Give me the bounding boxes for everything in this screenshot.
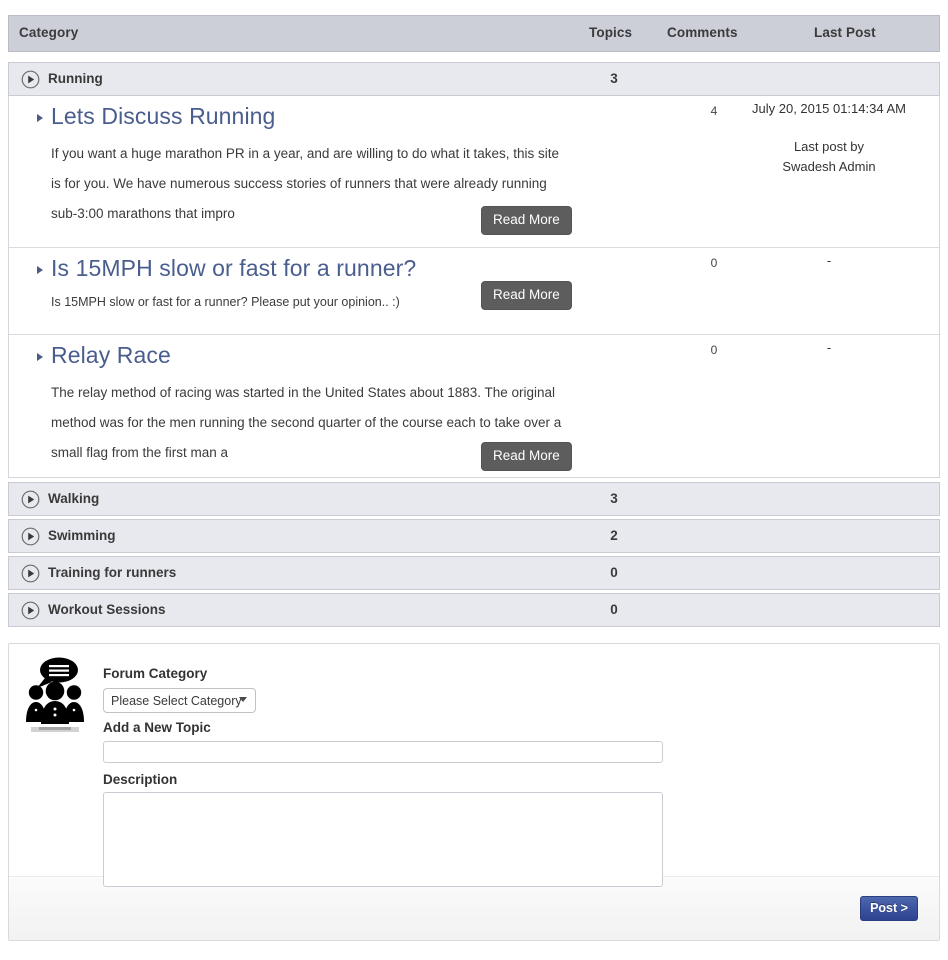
triangle-right-icon bbox=[37, 266, 43, 274]
category-topic-count: 3 bbox=[589, 491, 639, 506]
category-topic-count: 2 bbox=[589, 528, 639, 543]
triangle-right-icon bbox=[37, 114, 43, 122]
category-label: Training for runners bbox=[48, 565, 176, 580]
column-header-topics: Topics bbox=[589, 25, 632, 40]
circled-play-icon bbox=[21, 70, 40, 89]
topic-last-post-date: - bbox=[709, 253, 948, 268]
topic-last-post-by-name: Swadesh Admin bbox=[709, 157, 948, 177]
topic-title-link[interactable]: Lets Discuss Running bbox=[51, 103, 275, 130]
forum-table-header: Category Topics Comments Last Post bbox=[8, 15, 940, 52]
topic-item: Is 15MPH slow or fast for a runner? Is 1… bbox=[9, 248, 939, 335]
category-label: Workout Sessions bbox=[48, 602, 166, 617]
column-header-comments: Comments bbox=[667, 25, 738, 40]
circled-play-icon bbox=[21, 601, 40, 620]
post-button[interactable]: Post > bbox=[860, 896, 918, 921]
topic-title-link[interactable]: Relay Race bbox=[51, 342, 171, 369]
new-topic-form-panel: Forum Category Please Select Category Ad… bbox=[8, 643, 940, 941]
add-new-topic-label: Add a New Topic bbox=[103, 720, 211, 735]
read-more-button[interactable]: Read More bbox=[481, 442, 572, 471]
topic-last-post-date: - bbox=[709, 340, 948, 355]
column-header-last-post: Last Post bbox=[814, 25, 876, 40]
category-row-walking[interactable]: Walking 3 bbox=[8, 482, 940, 516]
forum-community-icon bbox=[23, 654, 87, 739]
circled-play-icon bbox=[21, 490, 40, 509]
column-header-category: Category bbox=[19, 25, 78, 40]
topic-item: Lets Discuss Running If you want a huge … bbox=[9, 96, 939, 248]
forum-page: Category Topics Comments Last Post Runni… bbox=[0, 0, 948, 960]
description-label: Description bbox=[103, 772, 177, 787]
forum-category-select[interactable]: Please Select Category bbox=[103, 688, 256, 713]
category-label: Walking bbox=[48, 491, 99, 506]
forum-category-selected-value: Please Select Category bbox=[111, 694, 242, 708]
category-row-running[interactable]: Running 3 bbox=[8, 62, 940, 96]
category-label: Running bbox=[48, 71, 103, 86]
category-row-training-for-runners[interactable]: Training for runners 0 bbox=[8, 556, 940, 590]
topic-last-post-date: July 20, 2015 01:14:34 AM bbox=[709, 101, 948, 116]
topic-title-link[interactable]: Is 15MPH slow or fast for a runner? bbox=[51, 255, 416, 282]
circled-play-icon bbox=[21, 527, 40, 546]
circled-play-icon bbox=[21, 564, 40, 583]
description-textarea[interactable] bbox=[103, 792, 663, 887]
read-more-button[interactable]: Read More bbox=[481, 206, 572, 235]
category-topic-count: 0 bbox=[589, 565, 639, 580]
topic-list: Lets Discuss Running If you want a huge … bbox=[8, 96, 940, 478]
forum-category-label: Forum Category bbox=[103, 666, 207, 681]
topic-item: Relay Race The relay method of racing wa… bbox=[9, 335, 939, 476]
read-more-button[interactable]: Read More bbox=[481, 281, 572, 310]
new-topic-title-input[interactable] bbox=[103, 741, 663, 763]
triangle-right-icon bbox=[37, 353, 43, 361]
category-topic-count: 3 bbox=[589, 71, 639, 86]
chevron-down-icon bbox=[239, 697, 247, 702]
category-topic-count: 0 bbox=[589, 602, 639, 617]
topic-last-post-by-label: Last post by bbox=[709, 137, 948, 157]
category-row-workout-sessions[interactable]: Workout Sessions 0 bbox=[8, 593, 940, 627]
category-row-swimming[interactable]: Swimming 2 bbox=[8, 519, 940, 553]
category-label: Swimming bbox=[48, 528, 116, 543]
